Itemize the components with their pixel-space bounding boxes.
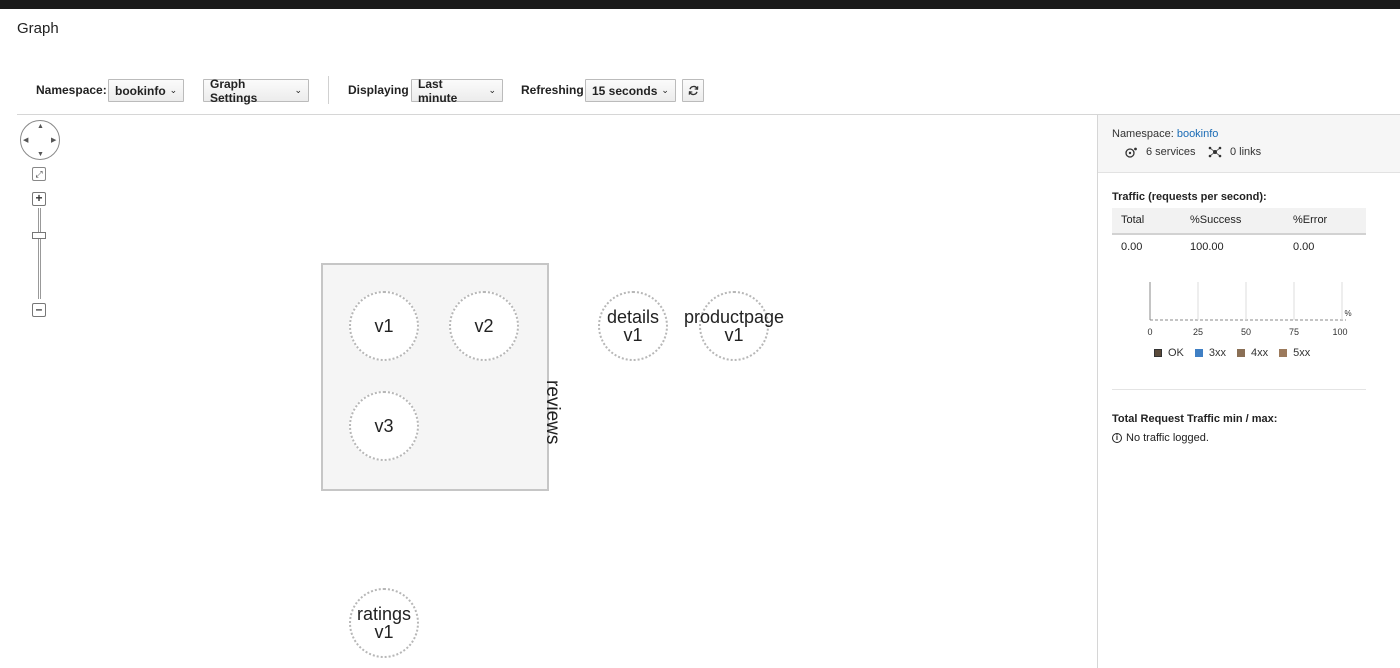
reviews-group-label: reviews — [542, 380, 563, 445]
node-version: v1 — [724, 325, 744, 345]
duration-dropdown[interactable]: Last minute ⌄ — [411, 76, 503, 105]
top-bar — [0, 0, 1400, 9]
node-service-name: details — [606, 307, 660, 327]
node-details-v1[interactable]: details v1 — [598, 291, 668, 361]
cell-success: 100.00 — [1190, 241, 1224, 253]
refresh-interval-dropdown[interactable]: 15 seconds ⌄ — [585, 79, 676, 102]
tick-label: 75 — [1289, 327, 1299, 337]
pan-down-icon[interactable]: ▼ — [37, 151, 44, 158]
refresh-icon — [688, 85, 698, 96]
zoom-slider-track[interactable] — [38, 208, 41, 299]
links-count-text: 0 links — [1230, 146, 1262, 158]
chart-unit-label: % — [1344, 309, 1351, 318]
chevron-down-icon: ⌄ — [294, 85, 302, 95]
namespace-label: Namespace: — [36, 83, 107, 97]
success-rate-chart: 0 25 50 75 100 % — [1147, 282, 1352, 337]
traffic-table-header: Total %Success %Error — [1112, 208, 1366, 235]
tick-label: 0 — [1147, 327, 1152, 337]
node-reviews-v2[interactable]: v2 — [449, 291, 519, 361]
table-row: 0.00 100.00 0.00 — [1112, 235, 1366, 257]
cell-total: 0.00 — [1121, 241, 1143, 253]
namespace-value: bookinfo — [115, 83, 166, 98]
legend-label: OK — [1168, 347, 1184, 359]
graph-toolbar: Namespace: bookinfo ⌄ Graph Settings ⌄ D… — [0, 76, 1400, 105]
legend-4xx: 4xx — [1237, 347, 1268, 359]
chevron-down-icon: ⌄ — [169, 85, 178, 95]
legend-label: 4xx — [1251, 347, 1269, 359]
legend-swatch — [1154, 349, 1162, 357]
panel-namespace: Namespace: bookinfo — [1112, 128, 1218, 140]
traffic-table: Total %Success %Error 0.00 100.00 0.00 — [1112, 208, 1366, 257]
refresh-button[interactable] — [682, 79, 704, 102]
legend-swatch — [1194, 349, 1203, 357]
pan-left-icon[interactable]: ◀ — [23, 137, 28, 144]
pan-up-icon[interactable]: ▲ — [37, 123, 44, 130]
tick-label: 100 — [1332, 327, 1347, 337]
chevron-down-icon: ⌄ — [488, 85, 496, 95]
summary-header: Namespace: bookinfo 6 services 0 links — [1098, 115, 1400, 173]
namespace-link[interactable]: bookinfo — [1177, 128, 1219, 140]
refreshing-label: Refreshing — [521, 83, 584, 97]
reviews-service-group[interactable] — [321, 263, 549, 491]
graph-settings-label: Graph Settings — [210, 76, 258, 105]
fit-to-screen-icon[interactable]: ⤢ — [32, 167, 46, 181]
summary-panel: Namespace: bookinfo 6 services 0 links T… — [1097, 115, 1400, 668]
panel-divider — [1112, 389, 1366, 390]
chart-legend: OK 3xx 4xx 5xx — [1154, 347, 1321, 359]
links-icon — [1208, 146, 1222, 158]
services-count: 6 services — [1124, 146, 1196, 158]
no-traffic-text: No traffic logged. — [1126, 432, 1209, 444]
zoom-slider-handle[interactable] — [32, 232, 46, 239]
cell-error: 0.00 — [1293, 241, 1315, 253]
pan-control[interactable]: ▲ ▼ ◀ ▶ — [20, 120, 60, 160]
zoom-in-button[interactable]: + — [32, 192, 46, 206]
node-ratings-v1[interactable]: ratings v1 — [349, 588, 419, 658]
info-icon: i — [1112, 433, 1122, 443]
node-label: v1 — [374, 316, 394, 336]
zoom-out-button[interactable]: – — [32, 303, 46, 317]
legend-swatch — [1237, 349, 1246, 357]
panel-namespace-label: Namespace: — [1112, 128, 1174, 140]
node-reviews-v3[interactable]: v3 — [349, 391, 419, 461]
node-service-name: ratings — [356, 604, 412, 624]
min-max-title: Total Request Traffic min / max: — [1112, 413, 1278, 425]
node-label: v2 — [474, 316, 494, 336]
chevron-down-icon: ⌄ — [661, 85, 669, 95]
services-icon — [1125, 147, 1137, 158]
header-total: Total — [1121, 214, 1145, 226]
header-error: %Error — [1293, 214, 1328, 226]
services-count-text: 6 services — [1146, 146, 1196, 158]
no-traffic-message: i No traffic logged. — [1112, 432, 1209, 444]
legend-label: 3xx — [1208, 347, 1227, 359]
legend-ok: OK — [1154, 347, 1184, 359]
node-service-name: productpage — [683, 307, 785, 327]
node-version: v1 — [374, 622, 394, 642]
pan-right-icon[interactable]: ▶ — [51, 137, 56, 144]
duration-value: Last minute — [418, 76, 458, 105]
graph-canvas[interactable]: ▲ ▼ ◀ ▶ ⤢ + – reviews v1 v2 v3 details v… — [0, 115, 1097, 668]
legend-5xx: 5xx — [1279, 347, 1310, 359]
tick-label: 50 — [1241, 327, 1251, 337]
legend-swatch — [1279, 349, 1288, 357]
node-label: v3 — [374, 416, 394, 436]
graph-settings-dropdown[interactable]: Graph Settings ⌄ — [203, 76, 309, 105]
node-version: v1 — [623, 325, 643, 345]
header-success: %Success — [1190, 214, 1242, 226]
page-title: Graph — [17, 20, 59, 37]
legend-3xx: 3xx — [1194, 347, 1227, 359]
links-count: 0 links — [1208, 146, 1261, 158]
tick-label: 25 — [1193, 327, 1203, 337]
traffic-title: Traffic (requests per second): — [1112, 191, 1267, 203]
displaying-label: Displaying — [348, 83, 409, 97]
toolbar-divider — [328, 76, 329, 104]
legend-label: 5xx — [1293, 347, 1311, 359]
namespace-dropdown[interactable]: bookinfo ⌄ — [108, 79, 184, 102]
node-productpage-v1[interactable]: productpage v1 — [684, 291, 784, 361]
refresh-interval-value: 15 seconds — [592, 83, 658, 98]
node-reviews-v1[interactable]: v1 — [349, 291, 419, 361]
